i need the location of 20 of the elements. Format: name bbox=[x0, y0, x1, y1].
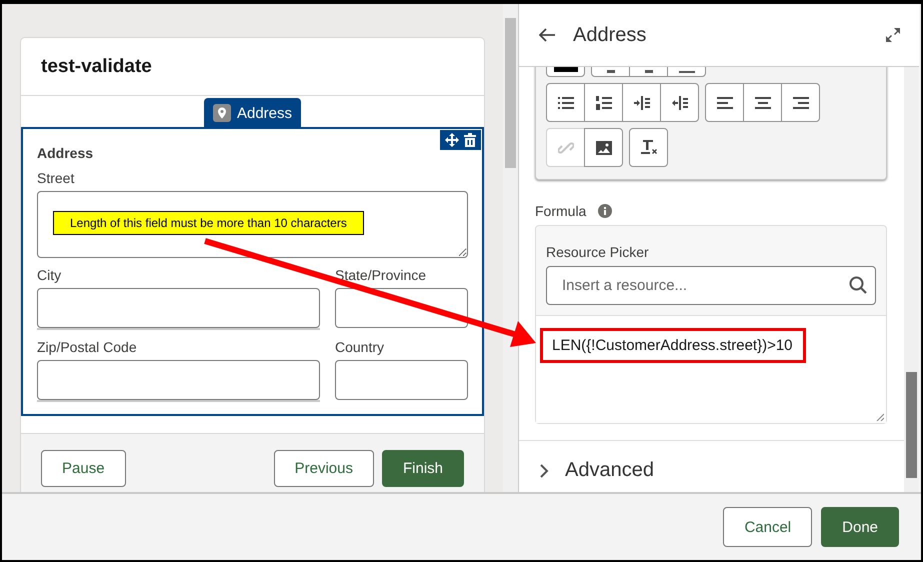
component-title: Address bbox=[37, 145, 94, 161]
panel-title: Address bbox=[573, 24, 646, 46]
search-field[interactable]: Insert a resource... bbox=[546, 266, 876, 305]
field-label: Formula bbox=[535, 203, 586, 219]
field-label: Street bbox=[37, 170, 76, 186]
highlighted-formula: LEN({!CustomerAddress.street})>10 bbox=[540, 328, 806, 363]
field-label: Zip/Postal Code bbox=[37, 339, 138, 355]
field-label: Resource Picker bbox=[546, 244, 650, 260]
secondary-button[interactable]: Previous bbox=[274, 450, 374, 487]
primary-button[interactable]: Done bbox=[821, 507, 899, 547]
secondary-button[interactable]: Pause bbox=[41, 450, 126, 487]
secondary-button[interactable]: Cancel bbox=[723, 507, 812, 547]
field-label: City bbox=[37, 267, 62, 283]
screen-title: test-validate bbox=[41, 56, 152, 78]
field-label: State/Province bbox=[335, 267, 428, 283]
component-tab[interactable]: Address bbox=[204, 98, 302, 127]
callout-label: Length of this field must be more than 10 characters bbox=[53, 211, 364, 235]
primary-button[interactable]: Finish bbox=[382, 450, 464, 487]
field-label: Country bbox=[335, 339, 386, 355]
selected-component[interactable]: Address Street Length of this field must be more than 10 characters City State/Province Zip/Postal Code Country bbox=[21, 127, 484, 416]
